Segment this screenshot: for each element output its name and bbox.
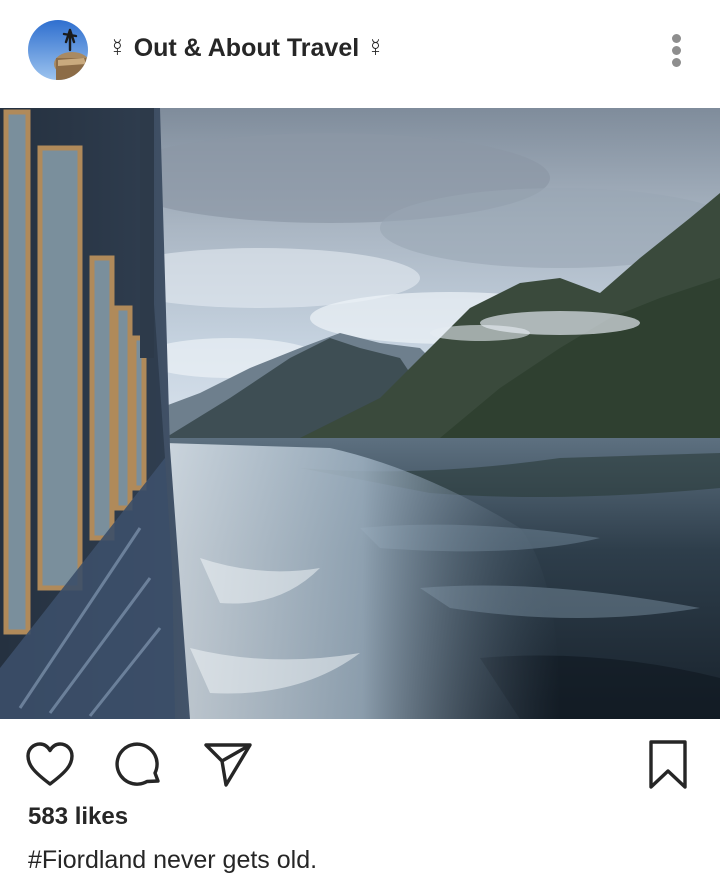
bookmark-icon bbox=[649, 740, 687, 789]
avatar-image bbox=[28, 20, 88, 80]
heart-icon bbox=[26, 742, 74, 786]
like-button[interactable] bbox=[24, 739, 76, 791]
likes-number: 583 bbox=[28, 803, 69, 830]
post-header: ☿ Out & About Travel ☿ bbox=[0, 0, 720, 108]
avatar[interactable] bbox=[28, 20, 88, 80]
post-photo[interactable] bbox=[0, 108, 720, 719]
likes-label: likes bbox=[74, 803, 129, 830]
action-bar bbox=[0, 719, 720, 807]
post-caption: #Fiordland never gets old. bbox=[28, 846, 318, 874]
paper-plane-icon bbox=[204, 743, 252, 787]
save-button[interactable] bbox=[642, 739, 694, 791]
likes-count[interactable]: 583 likes bbox=[28, 803, 128, 831]
fjord-photo bbox=[0, 108, 720, 719]
share-button[interactable] bbox=[202, 739, 254, 791]
comment-bubble-icon bbox=[115, 742, 160, 786]
comment-button[interactable] bbox=[114, 739, 166, 791]
account-name[interactable]: ☿ Out & About Travel ☿ bbox=[108, 34, 385, 63]
more-options-button[interactable] bbox=[660, 30, 694, 70]
